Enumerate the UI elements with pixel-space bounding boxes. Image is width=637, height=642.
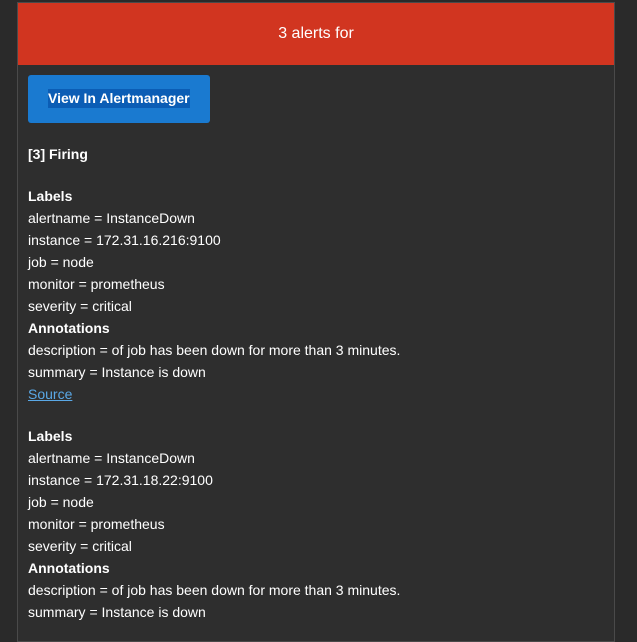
header-title: 3 alerts for xyxy=(278,25,354,42)
annotation-summary: summary = Instance is down xyxy=(28,604,206,620)
annotations-heading: Annotations xyxy=(28,320,110,336)
label-job: job = node xyxy=(28,254,94,270)
alert-block: Labels alertname = InstanceDown instance… xyxy=(28,425,604,623)
label-instance: instance = 172.31.18.22:9100 xyxy=(28,472,213,488)
labels-heading: Labels xyxy=(28,188,73,204)
annotation-description: description = of job has been down for m… xyxy=(28,582,401,598)
alert-block: Labels alertname = InstanceDown instance… xyxy=(28,185,604,405)
alert-email: 3 alerts for View In Alertmanager [3] Fi… xyxy=(17,2,615,642)
label-instance: instance = 172.31.16.216:9100 xyxy=(28,232,221,248)
annotation-description: description = of job has been down for m… xyxy=(28,342,401,358)
source-link[interactable]: Source xyxy=(28,386,72,402)
annotation-summary: summary = Instance is down xyxy=(28,364,206,380)
alert-header: 3 alerts for xyxy=(18,3,614,65)
view-in-alertmanager-button[interactable]: View In Alertmanager xyxy=(28,75,210,123)
label-alertname: alertname = InstanceDown xyxy=(28,210,195,226)
labels-heading: Labels xyxy=(28,428,73,444)
label-severity: severity = critical xyxy=(28,298,132,314)
label-alertname: alertname = InstanceDown xyxy=(28,450,195,466)
view-in-alertmanager-label: View In Alertmanager xyxy=(48,89,190,108)
firing-count: [3] Firing xyxy=(28,146,88,162)
annotations-heading: Annotations xyxy=(28,560,110,576)
label-severity: severity = critical xyxy=(28,538,132,554)
label-job: job = node xyxy=(28,494,94,510)
label-monitor: monitor = prometheus xyxy=(28,516,165,532)
alert-content: View In Alertmanager [3] Firing Labels a… xyxy=(18,65,614,623)
label-monitor: monitor = prometheus xyxy=(28,276,165,292)
